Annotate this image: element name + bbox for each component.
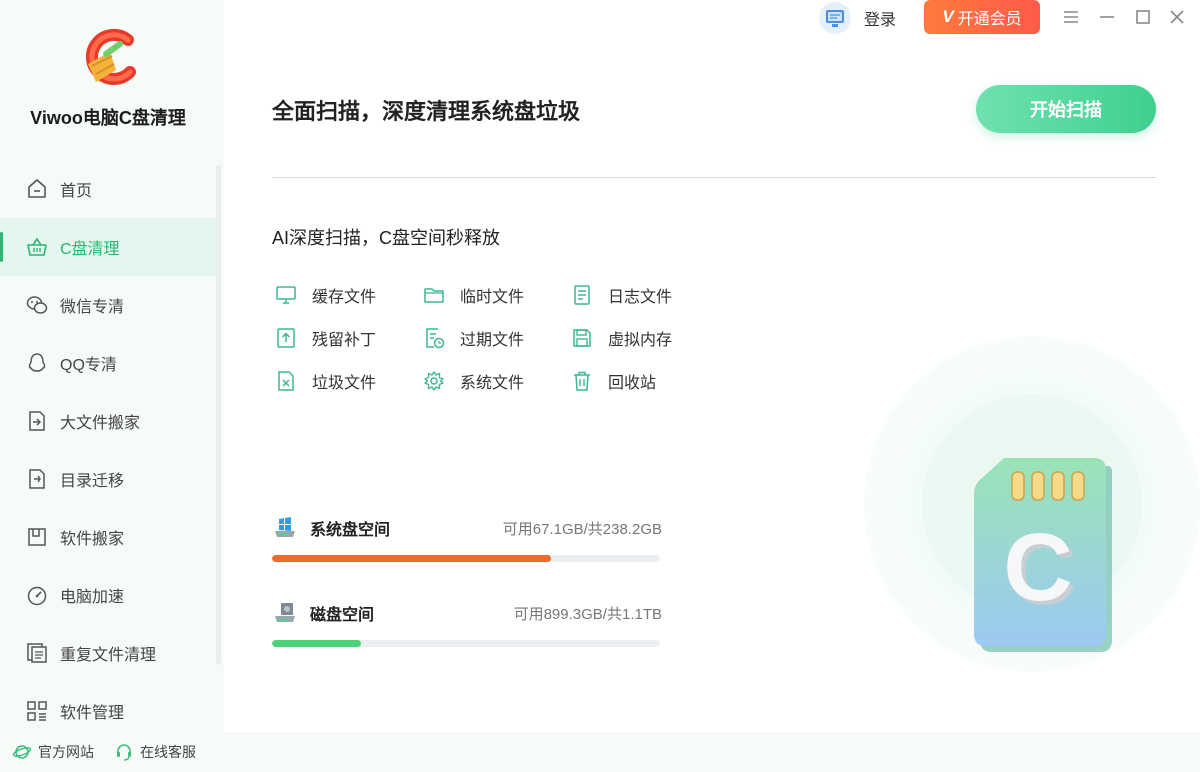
file-type-label: 日志文件 <box>608 289 673 306</box>
system-disk-progress-fill <box>272 555 551 562</box>
sidebar-item-label: 大文件搬家 <box>60 415 141 432</box>
online-support-label: 在线客服 <box>140 744 196 760</box>
file-type-temp: 临时文件 <box>422 282 562 308</box>
speedometer-icon <box>24 582 50 608</box>
sidebar-item-pc-speedup[interactable]: 电脑加速 <box>0 566 216 624</box>
sidebar: Viwoo电脑C盘清理 首页 C盘清理 微信专清 QQ专清 大文件搬家 目录迁移… <box>0 0 224 772</box>
hard-drive-icon <box>275 603 295 622</box>
maximize-icon[interactable] <box>1132 6 1154 28</box>
sidebar-item-c-drive-clean[interactable]: C盘清理 <box>0 218 216 276</box>
monitor-icon <box>274 283 298 307</box>
disk-title: 磁盘空间 <box>310 607 375 624</box>
file-type-label: 回收站 <box>608 375 657 392</box>
open-vip-button[interactable]: V 开通会员 <box>924 0 1040 34</box>
sidebar-item-label: 重复文件清理 <box>60 647 157 664</box>
app-name: Viwoo电脑C盘清理 <box>30 108 186 128</box>
software-move-icon <box>24 524 50 550</box>
broom-logo-icon <box>85 28 136 85</box>
system-disk-usage: 系统盘空间 可用67.1GB/共238.2GB <box>272 515 662 562</box>
qq-icon <box>24 350 50 376</box>
file-type-expired: 过期文件 <box>422 325 562 351</box>
sidebar-item-software-move[interactable]: 软件搬家 <box>0 508 216 566</box>
save-disk-icon <box>570 326 594 350</box>
file-type-cache: 缓存文件 <box>274 282 414 308</box>
sidebar-nav: 首页 C盘清理 微信专清 QQ专清 大文件搬家 目录迁移 软件搬家 电脑加速 重… <box>0 160 216 740</box>
sidebar-item-label: 软件搬家 <box>60 531 125 548</box>
file-type-recycle-bin: 回收站 <box>570 368 710 394</box>
sidebar-item-duplicate-clean[interactable]: 重复文件清理 <box>0 624 216 682</box>
file-type-label: 过期文件 <box>460 332 525 349</box>
headset-icon <box>117 744 131 761</box>
app-logo <box>0 26 216 98</box>
system-disk-title: 系统盘空间 <box>310 522 391 539</box>
file-move-icon <box>24 408 50 434</box>
illustration-c-letter: C <box>1003 514 1072 621</box>
sidebar-item-label: QQ专清 <box>60 357 117 374</box>
file-type-patch: 残留补丁 <box>274 325 414 351</box>
sidebar-item-label: 首页 <box>60 183 93 200</box>
scan-subtitle: AI深度扫描，C盘空间秒释放 <box>272 228 501 248</box>
disk-usage: 磁盘空间 可用899.3GB/共1.1TB <box>272 600 662 647</box>
gear-icon <box>422 369 446 393</box>
windows-drive-icon <box>275 517 295 537</box>
sidebar-item-label: 微信专清 <box>60 299 125 316</box>
folder-migrate-icon <box>24 466 50 492</box>
sidebar-item-label: 电脑加速 <box>60 589 125 606</box>
disk-info: 可用899.3GB/共1.1TB <box>513 605 662 623</box>
vip-v-icon: V <box>942 7 954 26</box>
sidebar-scrollbar[interactable] <box>216 165 221 665</box>
official-website-label: 官方网站 <box>38 744 94 760</box>
duplicate-file-icon <box>24 640 50 666</box>
login-button[interactable]: 登录 <box>818 2 896 34</box>
file-type-system: 系统文件 <box>422 368 562 394</box>
file-type-label: 系统文件 <box>460 375 525 392</box>
footer-bar: 官方网站 在线客服 <box>0 732 1200 772</box>
sidebar-item-large-file-move[interactable]: 大文件搬家 <box>0 392 216 450</box>
expired-file-icon <box>422 326 446 350</box>
online-support-link[interactable]: 在线客服 <box>114 742 196 762</box>
start-scan-button[interactable]: 开始扫描 <box>976 85 1156 133</box>
disk-progress <box>272 640 660 647</box>
sidebar-item-label: C盘清理 <box>60 241 120 258</box>
divider <box>272 177 1156 178</box>
file-type-junk: 垃圾文件 <box>274 368 414 394</box>
home-icon <box>24 176 50 202</box>
junk-file-icon <box>274 369 298 393</box>
system-disk-info: 可用67.1GB/共238.2GB <box>502 520 662 538</box>
sd-card-c-illustration: C C <box>864 336 1200 672</box>
system-disk-progress <box>272 555 660 562</box>
vip-label: 开通会员 <box>957 11 1022 28</box>
official-website-link[interactable]: 官方网站 <box>12 742 94 762</box>
document-icon <box>570 283 594 307</box>
close-icon[interactable] <box>1166 6 1188 28</box>
sidebar-item-directory-migrate[interactable]: 目录迁移 <box>0 450 216 508</box>
file-type-virtual-memory: 虚拟内存 <box>570 325 710 351</box>
file-type-label: 残留补丁 <box>312 332 377 349</box>
sidebar-item-qq-clean[interactable]: QQ专清 <box>0 334 216 392</box>
apps-grid-icon <box>24 698 50 724</box>
trash-icon <box>570 369 594 393</box>
wechat-icon <box>24 292 50 318</box>
user-avatar-icon <box>819 2 851 34</box>
sidebar-item-wechat-clean[interactable]: 微信专清 <box>0 276 216 334</box>
file-type-label: 虚拟内存 <box>608 332 673 349</box>
file-type-label: 缓存文件 <box>312 289 377 306</box>
file-type-label: 临时文件 <box>460 289 525 306</box>
folder-icon <box>422 283 446 307</box>
file-type-log: 日志文件 <box>570 282 710 308</box>
planet-icon <box>12 745 32 759</box>
menu-icon[interactable] <box>1060 6 1082 28</box>
basket-icon <box>24 234 50 260</box>
sidebar-item-home[interactable]: 首页 <box>0 160 216 218</box>
sidebar-item-label: 目录迁移 <box>60 473 125 490</box>
login-label: 登录 <box>864 12 897 29</box>
page-title: 全面扫描，深度清理系统盘垃圾 <box>272 99 581 124</box>
patch-icon <box>274 326 298 350</box>
file-type-label: 垃圾文件 <box>312 375 377 392</box>
disk-progress-fill <box>272 640 362 647</box>
sidebar-item-label: 软件管理 <box>60 705 125 722</box>
minimize-icon[interactable] <box>1096 6 1118 28</box>
